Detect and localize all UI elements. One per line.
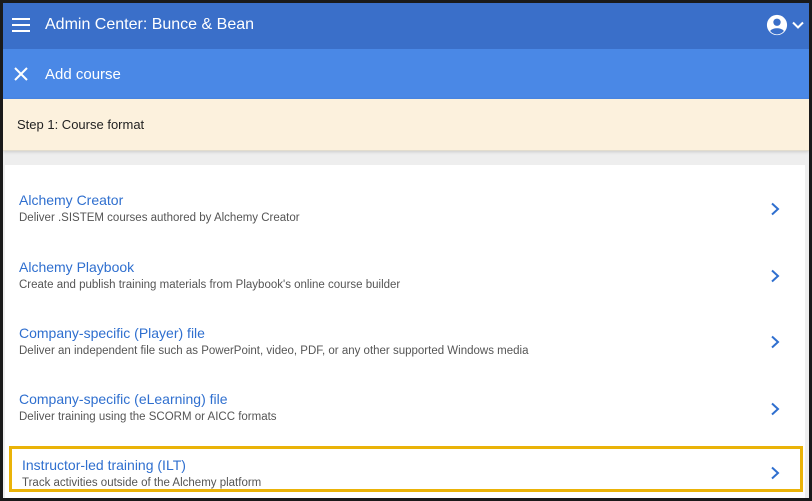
page-title: Add course xyxy=(45,66,121,83)
top-app-bar: Admin Center: Bunce & Bean xyxy=(3,3,809,49)
chevron-right-icon xyxy=(771,466,780,480)
option-description: Deliver .SISTEM courses authored by Alch… xyxy=(19,212,300,224)
option-description: Track activities outside of the Alchemy … xyxy=(22,477,262,489)
step-banner: Step 1: Course format xyxy=(3,99,809,151)
step-label: Step 1: Course format xyxy=(17,117,145,132)
option-description: Deliver an independent file such as Powe… xyxy=(19,345,529,357)
course-format-list: Alchemy Creator Deliver .SISTEM courses … xyxy=(5,165,805,498)
option-player-file[interactable]: Company-specific (Player) file Deliver a… xyxy=(5,298,805,364)
option-description: Deliver training using the SCORM or AICC… xyxy=(19,411,277,423)
chevron-right-icon xyxy=(771,335,780,349)
option-elearning-file[interactable]: Company-specific (eLearning) file Delive… xyxy=(5,364,805,430)
chevron-right-icon xyxy=(771,269,780,283)
option-instructor-led-training[interactable]: Instructor-led training (ILT) Track acti… xyxy=(9,446,803,492)
chevron-right-icon xyxy=(771,402,780,416)
account-circle-icon xyxy=(766,14,788,36)
chevron-right-icon xyxy=(771,202,780,216)
page-header-bar: Add course xyxy=(3,49,809,99)
option-title: Instructor-led training (ILT) xyxy=(22,457,186,473)
option-title: Company-specific (Player) file xyxy=(19,325,205,341)
option-alchemy-playbook[interactable]: Alchemy Playbook Create and publish trai… xyxy=(5,231,805,297)
account-menu-button[interactable] xyxy=(766,14,805,36)
option-title: Alchemy Playbook xyxy=(19,259,135,275)
app-window: Admin Center: Bunce & Bean Add course St… xyxy=(0,0,812,501)
close-icon[interactable] xyxy=(13,66,29,82)
app-title: Admin Center: Bunce & Bean xyxy=(45,16,255,33)
hamburger-menu-icon[interactable] xyxy=(12,18,30,32)
chevron-down-icon xyxy=(792,21,804,29)
option-title: Company-specific (eLearning) file xyxy=(19,391,228,407)
option-description: Create and publish training materials fr… xyxy=(19,279,401,291)
option-alchemy-creator[interactable]: Alchemy Creator Deliver .SISTEM courses … xyxy=(5,165,805,231)
option-title: Alchemy Creator xyxy=(19,192,124,208)
